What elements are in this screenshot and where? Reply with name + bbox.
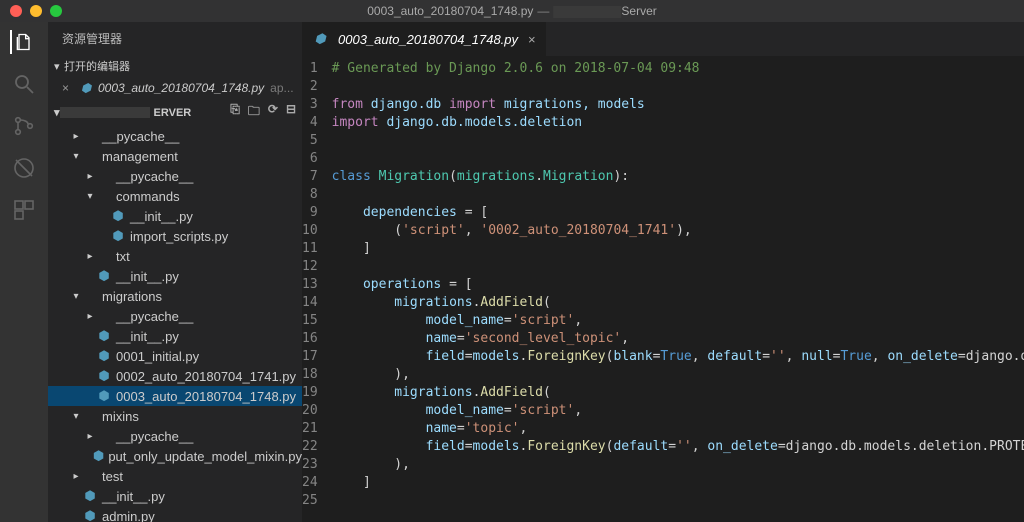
tree-item-label: txt: [116, 249, 130, 264]
tree-folder[interactable]: ▾ commands: [48, 186, 302, 206]
python-file-icon: ⬢: [96, 348, 112, 364]
new-file-icon[interactable]: ⎘: [230, 102, 240, 123]
python-file-icon: ⬢: [96, 388, 112, 404]
chevron-icon: ▾: [70, 291, 82, 302]
tree-item-label: 0002_auto_20180704_1741.py: [116, 369, 296, 384]
editor-area: ⬢ 0003_auto_20180704_1748.py × 123456789…: [302, 22, 1024, 522]
chevron-icon: ▸: [84, 251, 96, 262]
debug-icon[interactable]: [12, 156, 36, 180]
files-icon[interactable]: [10, 30, 34, 54]
tree-folder[interactable]: ▾ mixins: [48, 406, 302, 426]
tree-folder[interactable]: ▸ test: [48, 466, 302, 486]
file-tree[interactable]: ▸ __pycache__ ▾ management ▸ __pycache__ ▾ comm…: [48, 126, 302, 522]
close-icon[interactable]: ×: [62, 81, 78, 95]
tree-item-label: admin.py: [102, 509, 155, 522]
tree-file[interactable]: ⬢ __init__.py: [48, 486, 302, 506]
tree-item-label: test: [102, 469, 123, 484]
tree-item-label: __init__.py: [116, 329, 179, 344]
search-icon[interactable]: [12, 72, 36, 96]
tree-file[interactable]: ⬢ 0003_auto_20180704_1748.py: [48, 386, 302, 406]
tree-item-label: mixins: [102, 409, 139, 424]
tree-item-label: __init__.py: [102, 489, 165, 504]
tab-bar: ⬢ 0003_auto_20180704_1748.py ×: [302, 22, 1024, 56]
tree-folder[interactable]: ▸ __pycache__: [48, 126, 302, 146]
tree-file[interactable]: ⬢put_only_update_model_mixin.py: [48, 446, 302, 466]
python-file-icon: ⬢: [96, 368, 112, 384]
tree-item-label: __pycache__: [116, 429, 193, 444]
editor-tab[interactable]: ⬢ 0003_auto_20180704_1748.py ×: [302, 22, 547, 56]
python-file-icon: ⬢: [78, 81, 94, 95]
tree-folder[interactable]: ▸ __pycache__: [48, 166, 302, 186]
tree-file[interactable]: ⬢ __init__.py: [48, 266, 302, 286]
tree-item-label: __pycache__: [116, 309, 193, 324]
python-file-icon: ⬢: [82, 488, 98, 504]
tree-item-label: __pycache__: [116, 169, 193, 184]
tree-file[interactable]: ⬢ __init__.py: [48, 326, 302, 346]
sidebar-title: 资源管理器: [48, 22, 302, 55]
tree-item-label: 0003_auto_20180704_1748.py: [116, 389, 296, 404]
line-gutter: 1234567891011121314151617181920212223242…: [302, 56, 332, 522]
tree-item-label: commands: [116, 189, 180, 204]
tree-item-label: migrations: [102, 289, 162, 304]
traffic-min[interactable]: [30, 5, 42, 17]
chevron-icon: ▸: [84, 171, 96, 182]
traffic-close[interactable]: [10, 5, 22, 17]
tree-folder[interactable]: ▸ __pycache__: [48, 426, 302, 446]
refresh-icon[interactable]: ⟳: [268, 102, 278, 123]
close-tab-icon[interactable]: ×: [528, 32, 536, 47]
open-editors-header[interactable]: ▾打开的编辑器: [48, 55, 302, 77]
workspace-folder-header[interactable]: ▾ERVER ⎘ 🗀 ⟳ ⊟: [48, 99, 302, 126]
titlebar: 0003_auto_20180704_1748.py—Server: [0, 0, 1024, 22]
tree-folder[interactable]: ▾ management: [48, 146, 302, 166]
tree-file[interactable]: ⬢ 0001_initial.py: [48, 346, 302, 366]
tree-file[interactable]: ⬢ 0002_auto_20180704_1741.py: [48, 366, 302, 386]
chevron-icon: ▸: [84, 311, 96, 322]
python-file-icon: ⬢: [110, 208, 126, 224]
window-title: 0003_auto_20180704_1748.py—Server: [367, 4, 657, 18]
tree-folder[interactable]: ▸ txt: [48, 246, 302, 266]
chevron-icon: ▾: [84, 191, 96, 202]
chevron-icon: ▾: [70, 411, 82, 422]
open-editor-item[interactable]: × ⬢ 0003_auto_20180704_1748.py ap...: [48, 77, 302, 99]
tree-item-label: __init__.py: [130, 209, 193, 224]
tree-folder[interactable]: ▾ migrations: [48, 286, 302, 306]
python-file-icon: ⬢: [96, 328, 112, 344]
tree-item-label: put_only_update_model_mixin.py: [108, 449, 302, 464]
extensions-icon[interactable]: [12, 198, 36, 222]
code-lines[interactable]: # Generated by Django 2.0.6 on 2018-07-0…: [332, 56, 1024, 522]
chevron-icon: ▸: [70, 471, 82, 482]
tree-item-label: __init__.py: [116, 269, 179, 284]
tree-item-label: __pycache__: [102, 129, 179, 144]
activity-bar: [0, 22, 48, 522]
python-file-icon: ⬢: [110, 228, 126, 244]
python-file-icon: ⬢: [96, 268, 112, 284]
code-editor[interactable]: 1234567891011121314151617181920212223242…: [302, 56, 1024, 522]
tree-folder[interactable]: ▸ __pycache__: [48, 306, 302, 326]
tree-file[interactable]: ⬢ admin.py: [48, 506, 302, 522]
tree-item-label: management: [102, 149, 178, 164]
sidebar: 资源管理器 ▾打开的编辑器 × ⬢ 0003_auto_20180704_174…: [48, 22, 302, 522]
collapse-icon[interactable]: ⊟: [286, 102, 296, 123]
git-icon[interactable]: [12, 114, 36, 138]
tree-file[interactable]: ⬢ import_scripts.py: [48, 226, 302, 246]
tree-item-label: 0001_initial.py: [116, 349, 199, 364]
tree-file[interactable]: ⬢ __init__.py: [48, 206, 302, 226]
python-file-icon: ⬢: [93, 448, 105, 464]
chevron-icon: ▸: [84, 431, 96, 442]
tree-item-label: import_scripts.py: [130, 229, 228, 244]
traffic-max[interactable]: [50, 5, 62, 17]
new-folder-icon[interactable]: 🗀: [248, 102, 260, 123]
chevron-icon: ▸: [70, 131, 82, 142]
python-file-icon: ⬢: [312, 31, 328, 47]
python-file-icon: ⬢: [82, 508, 98, 522]
chevron-icon: ▾: [70, 151, 82, 162]
